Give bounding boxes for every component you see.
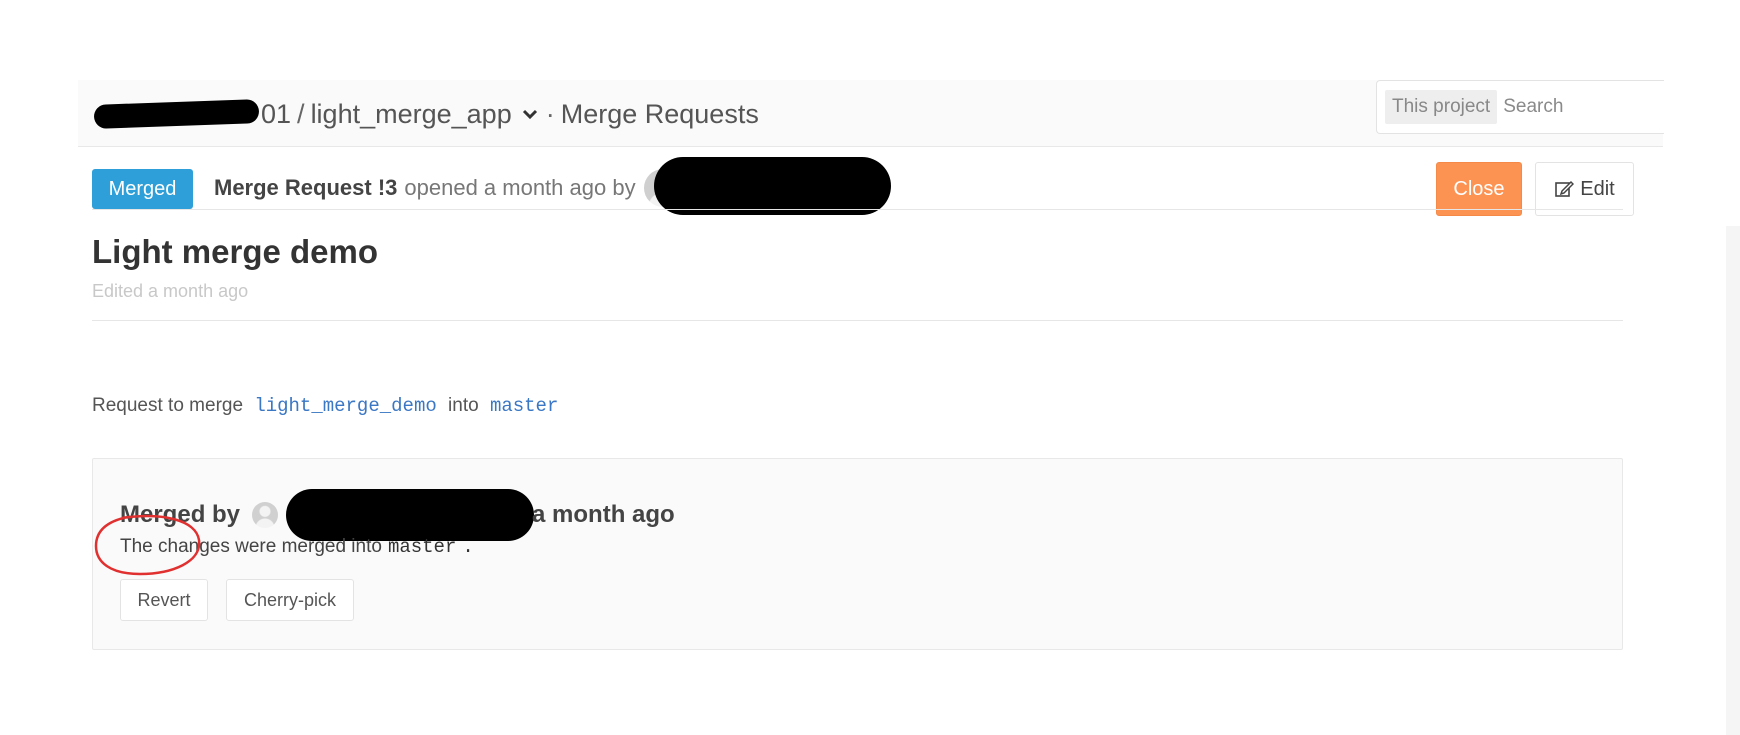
merged-by-label: Merged by bbox=[120, 501, 241, 528]
merge-request-header: Merged Merge Request !3 opened a month a… bbox=[92, 157, 1634, 222]
changes-period: . bbox=[462, 536, 474, 558]
breadcrumb-project[interactable]: light_merge_app bbox=[311, 99, 512, 130]
breadcrumb-dot: · bbox=[545, 98, 555, 129]
merge-request-label: Merge Request !3 bbox=[214, 175, 398, 200]
changes-branch: master bbox=[387, 536, 457, 558]
breadcrumb-separator: / bbox=[297, 98, 305, 129]
close-button[interactable]: Close bbox=[1436, 162, 1522, 216]
changes-merged-text: The changes were merged into master. bbox=[120, 536, 474, 558]
breadcrumb-section[interactable]: Merge Requests bbox=[561, 99, 759, 130]
opened-text: opened a month ago by bbox=[404, 175, 636, 200]
redacted-merger-name bbox=[286, 489, 535, 541]
edit-icon bbox=[1555, 180, 1575, 197]
edit-button[interactable]: Edit bbox=[1535, 162, 1634, 216]
revert-button[interactable]: Revert bbox=[120, 579, 208, 621]
merged-by-line: Merged by a month ago bbox=[120, 489, 675, 541]
search-box: This project bbox=[1376, 80, 1664, 134]
page-title: Light merge demo bbox=[92, 233, 379, 270]
redacted-author-name bbox=[654, 157, 891, 215]
chevron-down-icon[interactable] bbox=[520, 104, 540, 124]
source-branch-link[interactable]: light_merge_demo bbox=[254, 395, 436, 417]
divider-middle bbox=[92, 320, 1623, 321]
status-badge: Merged bbox=[92, 169, 193, 209]
cherry-pick-button[interactable]: Cherry-pick bbox=[226, 579, 354, 621]
search-input[interactable] bbox=[1501, 95, 1646, 119]
request-prefix: Request to merge bbox=[92, 395, 244, 416]
redacted-group-name bbox=[93, 99, 260, 129]
into-text: into bbox=[448, 395, 479, 416]
top-bar: 01 / light_merge_app · Merge Requests Th… bbox=[78, 80, 1664, 147]
merge-request-meta: Merge Request !3 opened a month ago by bbox=[214, 168, 682, 208]
right-sidebar-edge bbox=[1726, 226, 1740, 735]
breadcrumb-group[interactable]: 01 bbox=[261, 99, 291, 130]
merged-info-panel: Merged by a month ago The changes were m… bbox=[92, 458, 1623, 650]
changes-label: The changes were merged into bbox=[120, 536, 382, 557]
breadcrumb: 01 / light_merge_app · Merge Requests bbox=[93, 94, 759, 134]
merged-when: a month ago bbox=[532, 501, 675, 528]
edit-label: Edit bbox=[1580, 177, 1615, 200]
merge-branches: Request to merge light_merge_demo into m… bbox=[92, 395, 564, 417]
search-scope-badge[interactable]: This project bbox=[1385, 90, 1498, 124]
app-frame: 01 / light_merge_app · Merge Requests Th… bbox=[78, 80, 1740, 735]
edited-timestamp: Edited a month ago bbox=[92, 281, 249, 301]
target-branch-link[interactable]: master bbox=[490, 395, 558, 417]
merger-avatar[interactable] bbox=[252, 502, 279, 528]
divider-top bbox=[92, 209, 1623, 210]
